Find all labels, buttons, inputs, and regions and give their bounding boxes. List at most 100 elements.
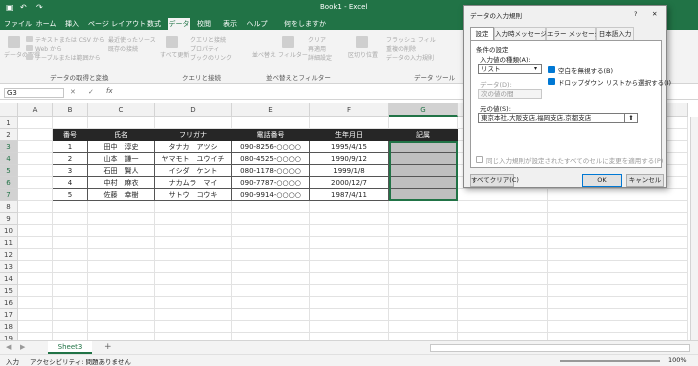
- grid-cell[interactable]: [310, 273, 389, 285]
- tab-help[interactable]: ヘルプ: [246, 18, 268, 30]
- row-header[interactable]: 15: [0, 285, 18, 297]
- grid-cell[interactable]: [458, 261, 548, 273]
- grid-cell[interactable]: [389, 309, 458, 321]
- grid-cell[interactable]: [155, 285, 232, 297]
- grid-cell[interactable]: [389, 213, 458, 225]
- tab-formulas[interactable]: 数式: [144, 18, 164, 30]
- clear-all-button[interactable]: すべてクリア(C): [470, 174, 519, 187]
- row-header[interactable]: 18: [0, 321, 18, 333]
- column-header-selected[interactable]: G: [389, 103, 458, 117]
- table-cell[interactable]: ナカムラ マイ: [155, 177, 232, 189]
- reapply-button[interactable]: 再適用: [308, 44, 326, 53]
- enter-icon[interactable]: ✓: [88, 88, 94, 96]
- tab-page-layout[interactable]: ページ レイアウト: [88, 18, 146, 30]
- grid-cell[interactable]: [18, 285, 53, 297]
- from-text-csv-button[interactable]: テキストまたは CSV から: [35, 35, 105, 44]
- grid-cell[interactable]: [232, 225, 310, 237]
- grid-cell[interactable]: [155, 261, 232, 273]
- grid-cell[interactable]: [310, 321, 389, 333]
- table-cell[interactable]: 2: [53, 153, 88, 165]
- grid-cell[interactable]: [458, 213, 548, 225]
- table-cell[interactable]: 1990/9/12: [310, 153, 389, 165]
- accessibility-status[interactable]: アクセシビリティ: 問題ありません: [30, 356, 131, 366]
- table-header-cell[interactable]: 番号: [53, 129, 88, 141]
- table-cell[interactable]: タナカ アツシ: [155, 141, 232, 153]
- grid-cell[interactable]: [18, 153, 53, 165]
- workbook-links-button[interactable]: ブックのリンク: [190, 53, 232, 62]
- grid-cell[interactable]: [310, 201, 389, 213]
- grid-cell[interactable]: [458, 321, 548, 333]
- grid-cell[interactable]: [232, 117, 310, 129]
- recent-sources-button[interactable]: 最近使ったソース: [108, 35, 156, 44]
- data-select[interactable]: 次の値の間: [478, 89, 542, 99]
- grid-cell[interactable]: [88, 297, 155, 309]
- table-header-cell[interactable]: 生年月日: [310, 129, 389, 141]
- grid-cell[interactable]: [18, 261, 53, 273]
- table-cell[interactable]: サトウ コウキ: [155, 189, 232, 201]
- grid-cell[interactable]: [155, 213, 232, 225]
- grid-cell[interactable]: [53, 321, 88, 333]
- grid-cell[interactable]: [53, 213, 88, 225]
- grid-cell[interactable]: [53, 273, 88, 285]
- grid-cell[interactable]: [88, 213, 155, 225]
- tab-settings[interactable]: 設定: [470, 27, 494, 40]
- table-cell[interactable]: 1995/4/15: [310, 141, 389, 153]
- in-cell-dropdown-label[interactable]: ドロップダウン リストから選択する(I): [558, 77, 671, 87]
- grid-cell[interactable]: [18, 297, 53, 309]
- grid-cell[interactable]: [155, 201, 232, 213]
- grid-cell[interactable]: [18, 321, 53, 333]
- row-header[interactable]: 16: [0, 297, 18, 309]
- tab-home[interactable]: ホーム: [34, 18, 58, 30]
- ok-button[interactable]: OK: [582, 174, 622, 187]
- grid-cell[interactable]: [458, 249, 548, 261]
- grid-cell[interactable]: [548, 285, 688, 297]
- grid-cell[interactable]: [389, 297, 458, 309]
- table-cell[interactable]: 4: [53, 177, 88, 189]
- grid-cell[interactable]: [548, 225, 688, 237]
- grid-cell[interactable]: [548, 321, 688, 333]
- grid-cell[interactable]: [310, 261, 389, 273]
- grid-cell[interactable]: [53, 237, 88, 249]
- table-header-cell[interactable]: 記属: [389, 129, 458, 141]
- grid-cell[interactable]: [548, 309, 688, 321]
- grid-cell[interactable]: [18, 189, 53, 201]
- table-cell[interactable]: 080-4525-○○○○: [232, 153, 310, 165]
- grid-cell[interactable]: [389, 117, 458, 129]
- grid-cell[interactable]: [155, 321, 232, 333]
- grid-cell[interactable]: [389, 261, 458, 273]
- row-header[interactable]: 8: [0, 201, 18, 213]
- grid-cell[interactable]: [18, 165, 53, 177]
- grid-cell[interactable]: [458, 273, 548, 285]
- grid-cell[interactable]: [53, 249, 88, 261]
- grid-cell[interactable]: [53, 201, 88, 213]
- grid-cell[interactable]: [88, 273, 155, 285]
- grid-cell[interactable]: [232, 237, 310, 249]
- grid-cell[interactable]: [53, 285, 88, 297]
- grid-cell[interactable]: [18, 141, 53, 153]
- grid-cell[interactable]: [18, 309, 53, 321]
- row-header[interactable]: 13: [0, 261, 18, 273]
- grid-cell[interactable]: [18, 225, 53, 237]
- grid-cell[interactable]: [389, 237, 458, 249]
- sort-button[interactable]: 並べ替え: [252, 50, 276, 59]
- formula-input[interactable]: [124, 88, 464, 98]
- next-sheet-icon[interactable]: ▶: [20, 343, 25, 351]
- grid-cell[interactable]: [389, 285, 458, 297]
- grid-cell[interactable]: [88, 201, 155, 213]
- grid-cell[interactable]: [310, 249, 389, 261]
- grid-cell[interactable]: [548, 273, 688, 285]
- column-header[interactable]: E: [232, 103, 310, 117]
- grid-cell[interactable]: [18, 237, 53, 249]
- row-header[interactable]: 2: [0, 129, 18, 141]
- grid-cell[interactable]: [232, 273, 310, 285]
- grid-cell[interactable]: [310, 117, 389, 129]
- grid-cell[interactable]: [18, 201, 53, 213]
- grid-cell[interactable]: [88, 249, 155, 261]
- sheet-tab-active[interactable]: Sheet3: [48, 341, 92, 354]
- grid-cell[interactable]: [232, 249, 310, 261]
- row-header[interactable]: 11: [0, 237, 18, 249]
- filter-button[interactable]: フィルター: [278, 50, 308, 59]
- remove-duplicates-button[interactable]: 重複の削除: [386, 44, 416, 53]
- tab-error-alert[interactable]: エラー メッセージ: [546, 27, 601, 40]
- existing-connections-button[interactable]: 既存の接続: [108, 44, 138, 53]
